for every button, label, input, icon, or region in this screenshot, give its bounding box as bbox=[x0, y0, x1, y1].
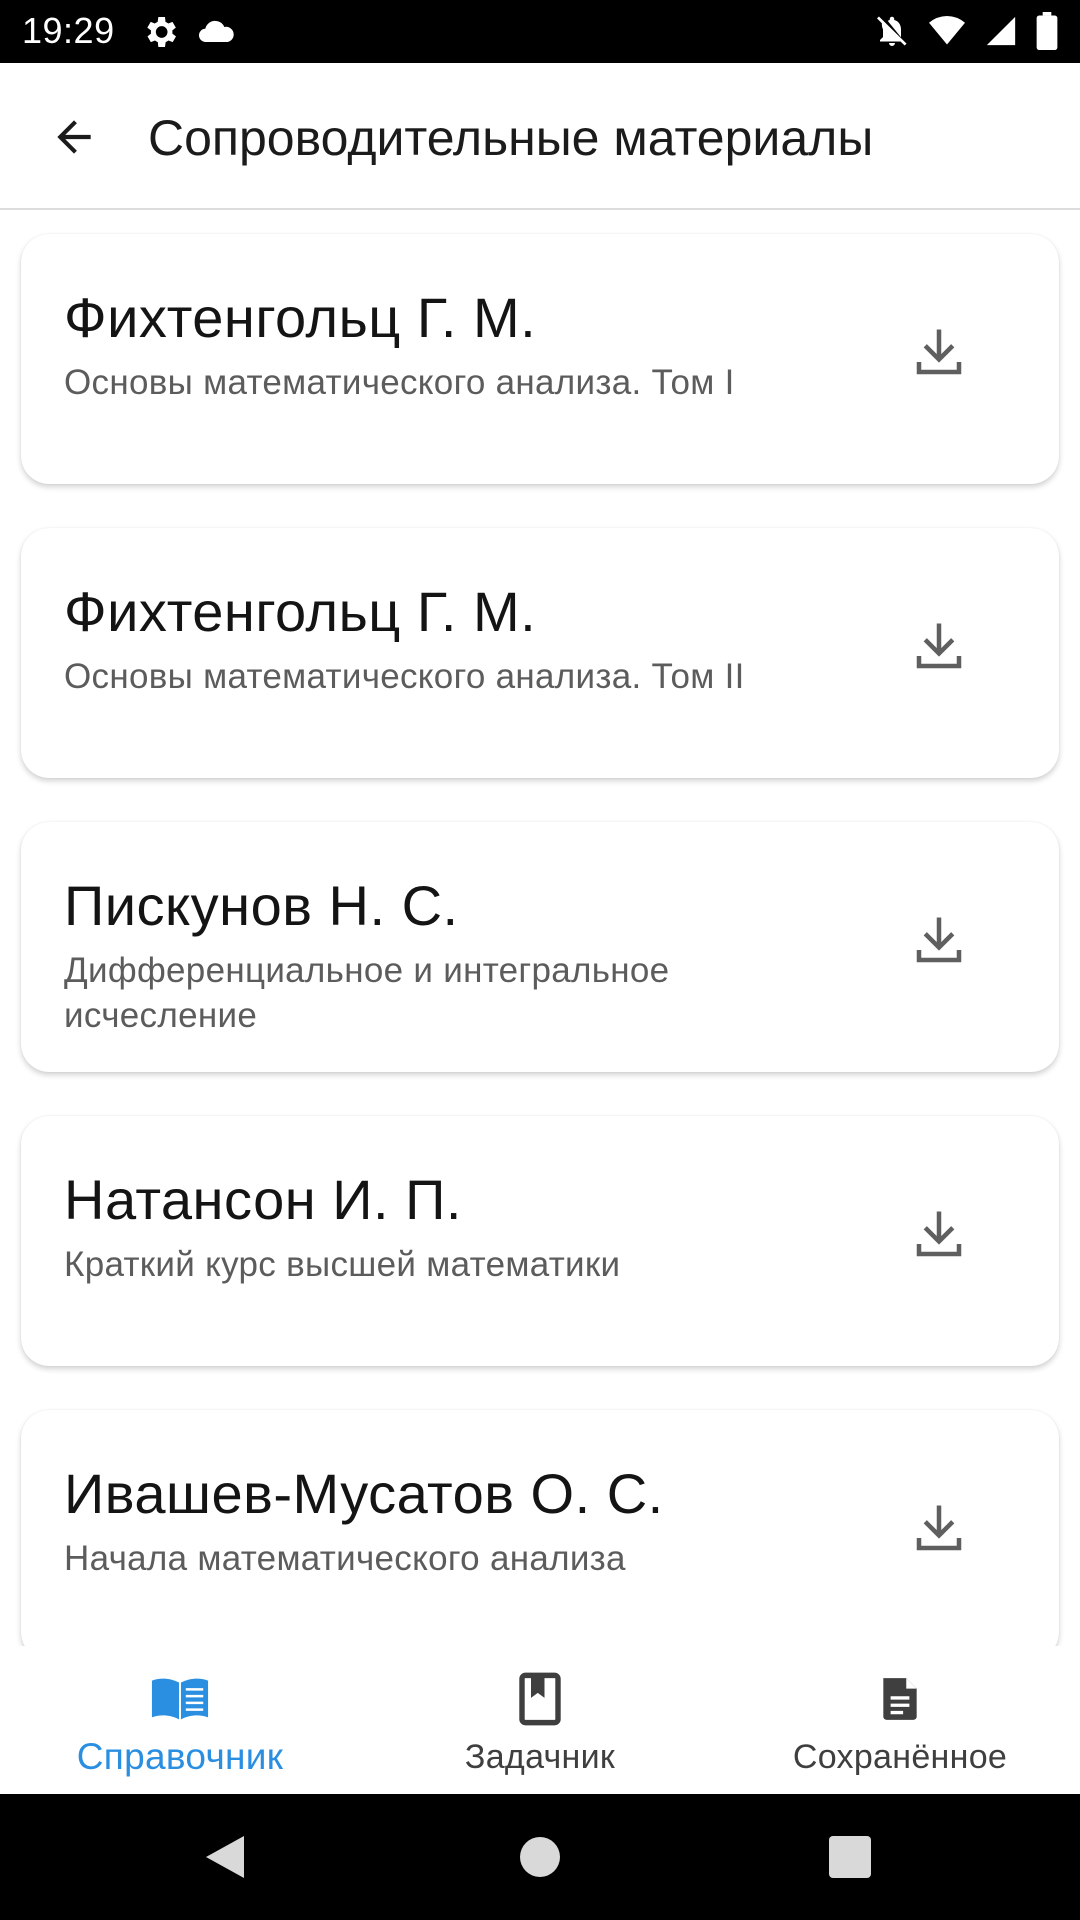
back-button[interactable] bbox=[40, 103, 108, 171]
system-home-button[interactable] bbox=[513, 1830, 567, 1884]
material-card[interactable]: Фихтенгольц Г. М. Основы математического… bbox=[21, 234, 1059, 484]
materials-list: Фихтенгольц Г. М. Основы математического… bbox=[0, 210, 1080, 1646]
status-bar: 19:29 bbox=[0, 0, 1080, 63]
settings-icon bbox=[140, 12, 180, 52]
bottom-navigation: Справочник Задачник Сохранённое bbox=[0, 1646, 1080, 1794]
card-author: Натансон И. П. bbox=[64, 1168, 462, 1231]
cell-signal-icon bbox=[984, 14, 1018, 48]
card-author: Фихтенгольц Г. М. bbox=[64, 580, 537, 643]
download-icon bbox=[916, 623, 962, 669]
nav-label: Задачник bbox=[464, 1738, 616, 1776]
status-time: 19:29 bbox=[22, 10, 115, 51]
page-title: Сопроводительные материалы bbox=[148, 110, 874, 166]
material-card[interactable]: Пискунов Н. С. Дифференциальное и интегр… bbox=[21, 822, 1059, 1072]
card-book-title: Основы математического анализа. Том II bbox=[64, 657, 745, 696]
battery-icon bbox=[1036, 12, 1058, 50]
download-icon bbox=[916, 1211, 962, 1257]
download-button[interactable] bbox=[907, 1496, 971, 1560]
card-author: Ивашев-Мусатов О. С. bbox=[64, 1462, 664, 1525]
system-recents-button[interactable] bbox=[823, 1830, 877, 1884]
bookmark-book-icon bbox=[510, 1672, 570, 1726]
download-button[interactable] bbox=[907, 614, 971, 678]
download-button[interactable] bbox=[907, 1202, 971, 1266]
card-author: Пискунов Н. С. bbox=[64, 874, 459, 937]
open-book-icon bbox=[150, 1672, 210, 1726]
notifications-off-icon bbox=[874, 13, 910, 49]
material-card[interactable]: Фихтенгольц Г. М. Основы математического… bbox=[21, 528, 1059, 778]
status-right-icons bbox=[874, 12, 1058, 50]
system-navigation-bar bbox=[0, 1794, 1080, 1920]
download-button[interactable] bbox=[907, 320, 971, 384]
nav-label: Справочник bbox=[76, 1736, 284, 1777]
material-card[interactable]: Ивашев-Мусатов О. С. Начала математическ… bbox=[21, 1410, 1059, 1646]
download-icon bbox=[916, 1505, 962, 1551]
cloud-icon bbox=[196, 12, 236, 52]
material-card[interactable]: Натансон И. П. Краткий курс высшей матем… bbox=[21, 1116, 1059, 1366]
card-author: Фихтенгольц Г. М. bbox=[64, 286, 537, 349]
download-icon bbox=[916, 917, 962, 963]
card-book-title: Дифференциальное и интегральное исчеслен… bbox=[64, 951, 670, 1030]
download-button[interactable] bbox=[907, 908, 971, 972]
document-icon bbox=[870, 1672, 930, 1726]
card-book-title: Основы математического анализа. Том I bbox=[64, 363, 735, 402]
app-bar: Сопроводительные материалы bbox=[0, 63, 1080, 210]
circle-home-icon bbox=[520, 1837, 560, 1877]
square-recents-icon bbox=[829, 1836, 871, 1878]
card-book-title: Краткий курс высшей математики bbox=[64, 1245, 621, 1284]
arrow-left-icon bbox=[57, 120, 91, 154]
status-left-icons bbox=[140, 12, 236, 52]
nav-item-saved[interactable]: Сохранённое bbox=[720, 1646, 1080, 1794]
download-icon bbox=[916, 329, 962, 375]
nav-label: Сохранённое bbox=[792, 1738, 1008, 1776]
triangle-back-icon bbox=[206, 1836, 244, 1878]
card-book-title: Начала математического анализа bbox=[64, 1539, 626, 1578]
system-back-button[interactable] bbox=[198, 1830, 252, 1884]
nav-item-reference[interactable]: Справочник bbox=[0, 1646, 360, 1794]
nav-item-problems[interactable]: Задачник bbox=[360, 1646, 720, 1794]
wifi-icon bbox=[928, 13, 966, 49]
